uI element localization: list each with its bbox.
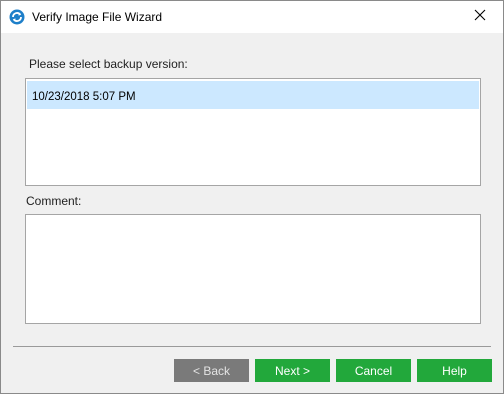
window-title: Verify Image File Wizard [32,10,163,24]
help-button[interactable]: Help [417,359,492,382]
close-icon [474,8,486,26]
comment-label: Comment: [26,194,82,208]
footer-separator [13,346,491,347]
backup-version-list[interactable]: 10/23/2018 5:07 PM [25,78,481,186]
cancel-button[interactable]: Cancel [336,359,411,382]
next-button[interactable]: Next > [255,359,330,382]
title-bar[interactable]: Verify Image File Wizard [1,1,503,33]
wizard-app-icon [9,9,25,25]
backup-version-label: Please select backup version: [29,57,188,71]
backup-version-item[interactable]: 10/23/2018 5:07 PM [27,81,479,109]
comment-textarea[interactable] [25,214,481,324]
close-button[interactable] [457,1,503,33]
back-button[interactable]: < Back [174,359,249,382]
wizard-window: Verify Image File Wizard Please select b… [0,0,504,394]
